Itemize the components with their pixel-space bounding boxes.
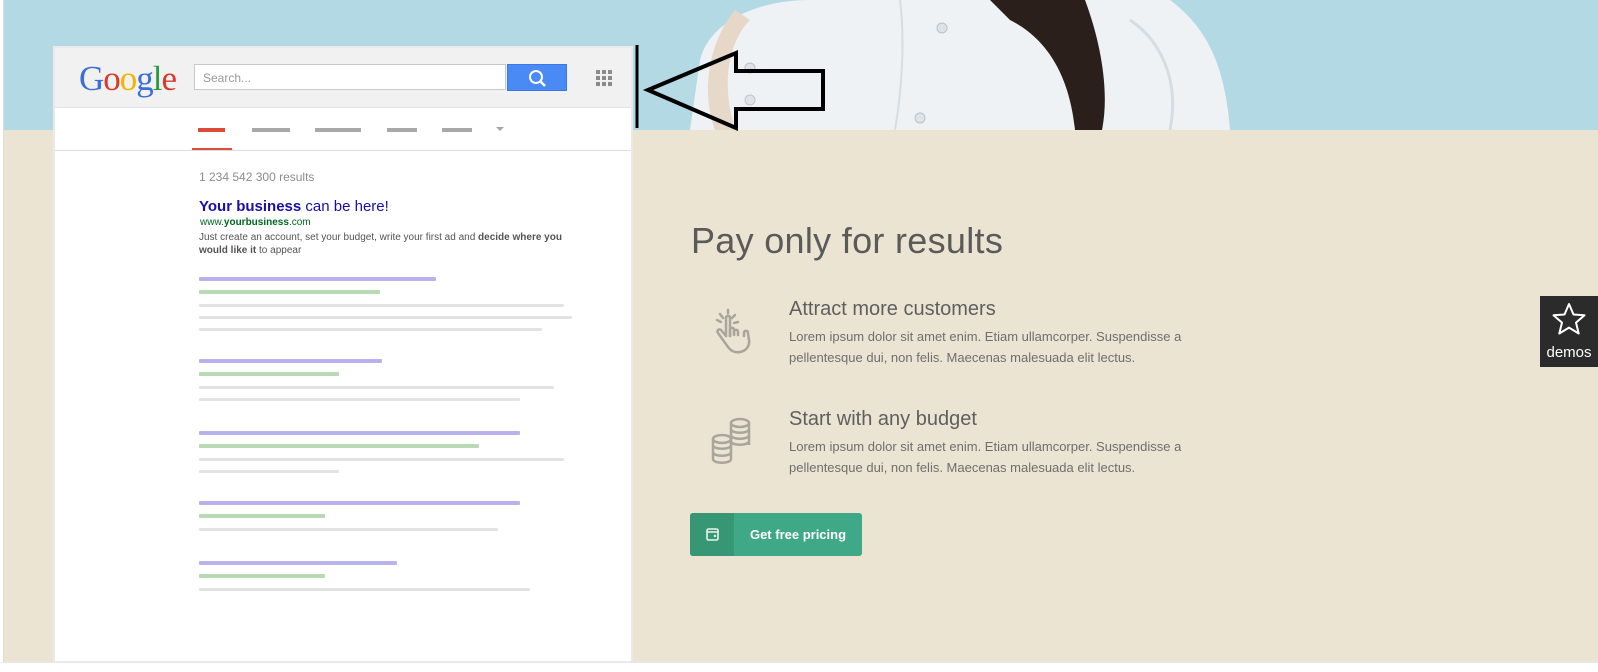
logo-letter: o — [103, 59, 120, 98]
results-count: 1 234 542 300 results — [199, 170, 315, 184]
placeholder-title-line — [199, 561, 397, 565]
hand-tap-icon — [704, 306, 758, 360]
placeholder-text-line — [199, 328, 542, 331]
page-title: Pay only for results — [691, 220, 1004, 261]
placeholder-text-line — [199, 398, 520, 401]
logo-letter: l — [152, 59, 163, 98]
mockup-tab — [252, 128, 290, 132]
ad-title: Your business can be here! — [199, 198, 389, 215]
mockup-search-input: Search... — [194, 64, 506, 90]
coins-icon — [704, 414, 758, 468]
placeholder-title-line — [199, 277, 436, 281]
arrow-annotation — [635, 45, 825, 132]
wallet-icon — [706, 528, 719, 541]
placeholder-text-line — [199, 528, 498, 531]
logo-letter: o — [119, 59, 137, 98]
mockup-tab — [442, 128, 472, 132]
page-left-edge — [0, 0, 4, 662]
get-free-pricing-button[interactable]: Get free pricing — [690, 513, 862, 556]
placeholder-text-line — [199, 304, 564, 307]
mockup-tab — [315, 128, 361, 132]
feature-title-budget: Start with any budget — [789, 408, 977, 430]
placeholder-title-line — [199, 431, 520, 435]
google-logo: Google — [79, 59, 178, 98]
feature-text-attract: Lorem ipsum dolor sit amet enim. Etiam u… — [789, 329, 1182, 365]
demos-label: demos — [1546, 344, 1592, 361]
ad-url: www.yourbusiness.com — [200, 217, 311, 228]
placeholder-title-line — [199, 501, 520, 505]
placeholder-text-line — [199, 470, 339, 473]
mockup-tab-active — [198, 128, 225, 132]
chevron-down-icon — [496, 127, 504, 131]
placeholder-url-line — [199, 290, 380, 294]
placeholder-title-line — [199, 359, 382, 363]
apps-grid-icon — [596, 70, 612, 86]
placeholder-url-line — [199, 444, 479, 448]
placeholder-text-line — [199, 588, 530, 591]
cta-icon-box — [690, 513, 734, 556]
placeholder-url-line — [199, 372, 339, 376]
mockup-tab-underline — [192, 148, 232, 150]
search-icon — [529, 70, 546, 87]
placeholder-text-line — [199, 386, 554, 389]
google-search-mockup: Google Search... 1 234 542 300 results Y… — [55, 48, 631, 661]
cta-label: Get free pricing — [749, 527, 847, 542]
ad-description: Just create an account, set your budget,… — [199, 232, 562, 256]
demos-button[interactable]: demos — [1540, 296, 1598, 367]
placeholder-url-line — [199, 574, 325, 578]
feature-text-budget: Lorem ipsum dolor sit amet enim. Etiam u… — [789, 439, 1182, 475]
placeholder-text-line — [199, 458, 564, 461]
logo-letter: e — [161, 59, 178, 98]
mockup-header: Google Search... — [55, 48, 631, 108]
mockup-tabs — [55, 108, 631, 151]
mockup-tab — [387, 128, 417, 132]
logo-letter: G — [79, 59, 104, 98]
feature-title-attract: Attract more customers — [789, 298, 996, 320]
star-icon — [1552, 303, 1586, 335]
placeholder-url-line — [199, 514, 325, 518]
mockup-search-button — [507, 64, 567, 91]
placeholder-text-line — [199, 316, 572, 319]
logo-letter: g — [136, 59, 153, 98]
